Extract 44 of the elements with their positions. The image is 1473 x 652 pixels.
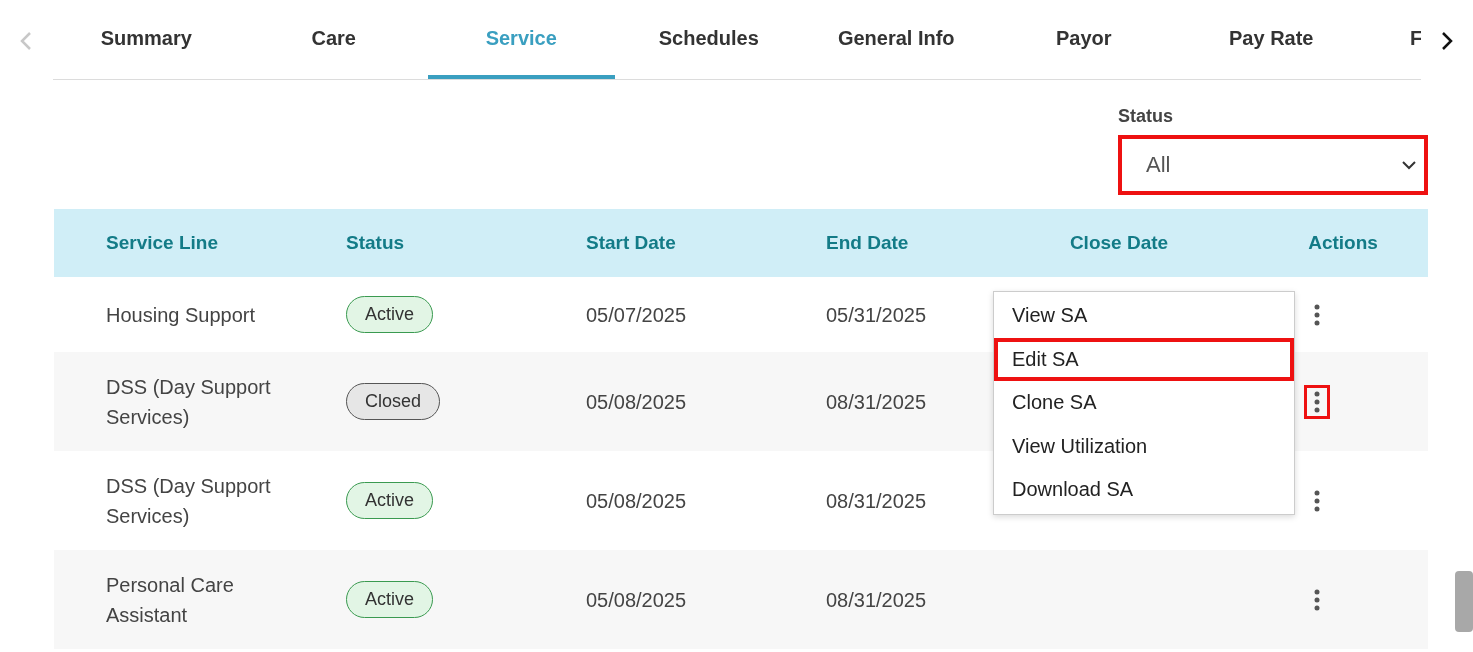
table-cell-text: 08/31/2025 <box>825 587 928 613</box>
tab[interactable]: Pay Rate <box>1177 2 1365 79</box>
column-header: Actions <box>1307 232 1379 254</box>
menu-item[interactable]: View SA <box>994 294 1294 338</box>
kebab-icon <box>1314 303 1320 326</box>
menu-item[interactable]: Download SA <box>994 468 1294 512</box>
table-cell-text: DSS (Day Support Services) <box>105 473 272 529</box>
status-select[interactable]: All <box>1118 135 1428 195</box>
column-header: Service Line <box>105 232 219 254</box>
chevron-right-icon <box>1440 31 1453 51</box>
kebab-icon <box>1314 390 1320 413</box>
menu-item[interactable]: Clone SA <box>994 381 1294 425</box>
table-cell-text: DSS (Day Support Services) <box>105 374 272 430</box>
tab[interactable]: Payor <box>990 2 1178 79</box>
table-cell-text: 05/08/2025 <box>585 488 688 514</box>
tab[interactable]: Schedules <box>615 2 803 79</box>
chevron-left-icon <box>20 31 33 51</box>
tab[interactable]: General Info <box>802 2 990 79</box>
table-cell-text: 08/31/2025 <box>825 389 928 415</box>
status-badge: Active <box>346 482 434 519</box>
more-button[interactable] <box>1304 384 1330 419</box>
chevron-down-icon <box>1402 160 1416 170</box>
status-badge: Closed <box>346 383 441 420</box>
table-cell-text: Personal Care Assistant <box>105 572 235 628</box>
table-cell-text: 05/07/2025 <box>585 302 688 328</box>
filter-label: Status <box>1118 106 1174 127</box>
column-header: Status <box>345 232 406 254</box>
table-cell-text: 08/31/2025 <box>825 488 928 514</box>
table-cell-text: 05/31/2025 <box>825 302 928 328</box>
column-header: Start Date <box>585 232 677 254</box>
table-cell-text: 05/08/2025 <box>585 587 688 613</box>
status-badge: Active <box>346 296 434 333</box>
column-header: Close Date <box>1068 232 1170 254</box>
kebab-icon <box>1314 489 1320 512</box>
table-cell-text: 05/08/2025 <box>585 389 688 415</box>
status-badge: Active <box>346 581 434 618</box>
menu-item[interactable]: Edit SA <box>994 337 1294 381</box>
menu-item[interactable]: View Utilization <box>994 424 1294 468</box>
tab[interactable]: Summary <box>52 2 240 79</box>
table-cell-text: Housing Support <box>105 302 256 328</box>
kebab-icon <box>1314 588 1320 611</box>
tab[interactable]: Care <box>240 2 428 79</box>
scrollbar-thumb[interactable] <box>1455 571 1473 632</box>
column-header: End Date <box>825 232 910 254</box>
